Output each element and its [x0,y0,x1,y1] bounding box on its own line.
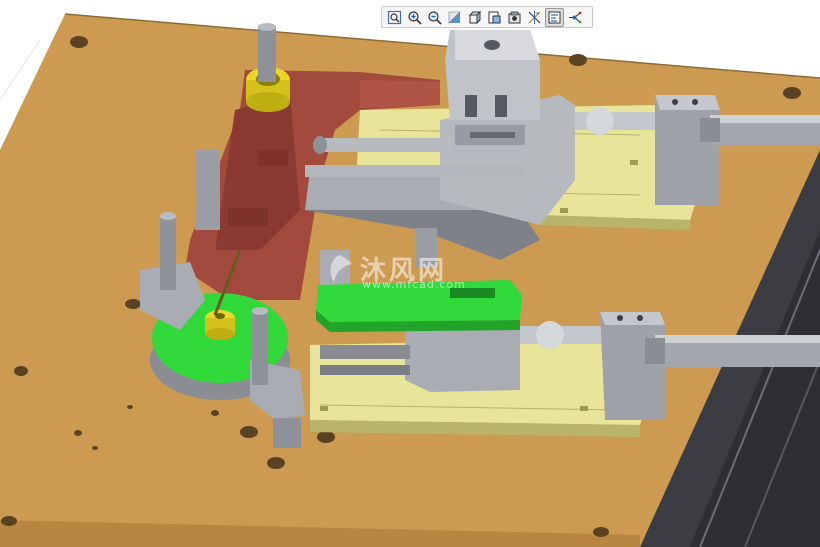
annotation-display-button[interactable] [544,7,564,27]
view-manager-icon [508,11,520,23]
zoom-fit-icon [387,10,401,24]
watermark: 沐风网 www.mfcad.com [300,250,530,295]
top-pin [258,23,276,82]
annotation-display-icon [548,11,560,23]
zoom-out-icon [427,10,442,25]
repaint-button[interactable] [445,8,464,27]
watermark-url: www.mfcad.com [362,278,466,291]
view-manager-button[interactable] [505,8,524,27]
spin-center-icon [568,11,581,23]
zoom-in-button[interactable] [405,8,424,27]
watermark-logo-icon [330,255,352,282]
zoom-in-icon [407,10,422,25]
repaint-icon [448,11,461,24]
saved-views-icon [468,10,481,24]
connector-arm [305,165,525,177]
display-style-button[interactable] [485,8,504,27]
saved-views-button[interactable] [465,8,484,27]
display-style-icon [488,11,500,23]
graphics-toolbar: * [381,6,593,28]
zoom-out-button[interactable] [425,8,444,27]
datum-display-icon: * [528,10,540,24]
zoom-fit-button[interactable] [385,8,404,27]
datum-display-button[interactable]: * [525,8,544,27]
spin-center-button[interactable] [565,8,584,27]
